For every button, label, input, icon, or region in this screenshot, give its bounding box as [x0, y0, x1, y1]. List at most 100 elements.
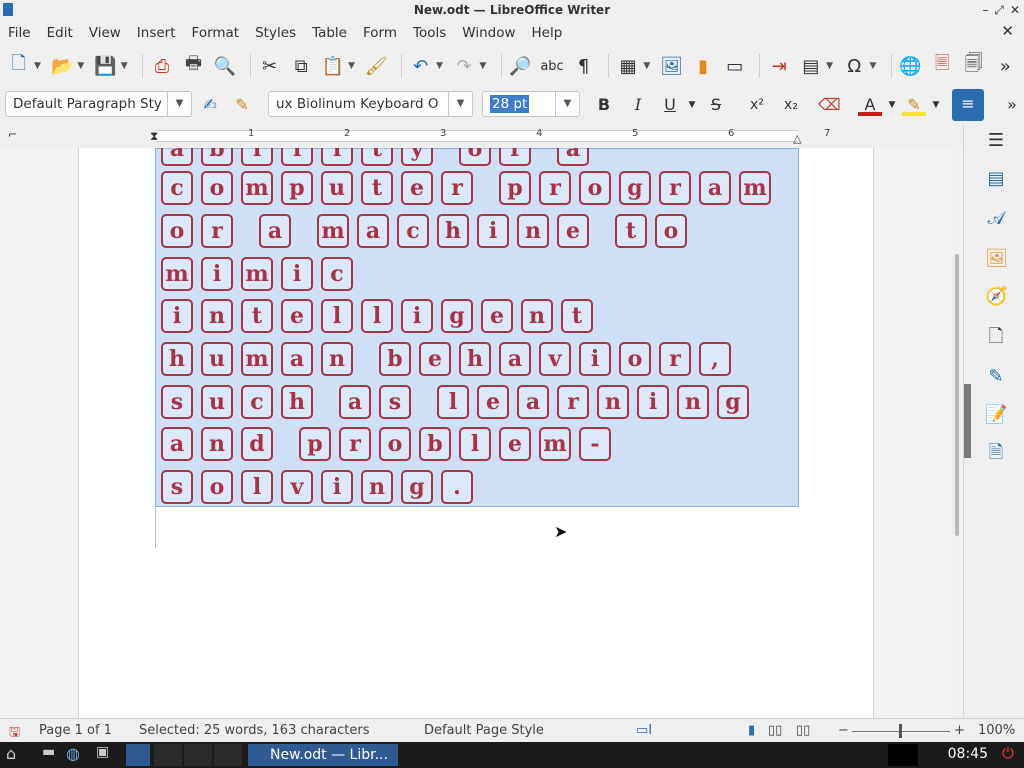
print-icon[interactable]: 🖶: [181, 53, 207, 79]
gallery-icon[interactable]: 🖼: [985, 248, 1008, 270]
styles-icon[interactable]: 𝒜: [985, 208, 1007, 230]
subscript-button[interactable]: x₂: [780, 94, 802, 116]
writer-launcher-icon[interactable]: [126, 744, 150, 766]
paste-dropdown-icon[interactable]: ▼: [346, 53, 358, 79]
menu-tools[interactable]: Tools: [405, 20, 454, 46]
formatting-marks-icon[interactable]: ¶: [571, 53, 597, 79]
underline-dropdown-icon[interactable]: ▼: [686, 94, 698, 116]
design-icon[interactable]: 🗎: [985, 442, 1007, 464]
right-indent-marker[interactable]: △: [793, 132, 801, 145]
terminal-icon[interactable]: ▣: [96, 744, 109, 766]
workspace-3[interactable]: [214, 744, 242, 766]
open-folder-icon[interactable]: 📂: [49, 53, 75, 79]
document-page[interactable]: abilityofacomputerprogramoramachinetomim…: [78, 148, 874, 718]
selection-count[interactable]: Selected: 25 words, 163 characters: [139, 723, 370, 738]
update-style-icon[interactable]: ✍: [198, 94, 222, 116]
highlight-color-icon[interactable]: ✎: [902, 94, 926, 116]
undo-icon[interactable]: ↶: [408, 53, 434, 79]
font-color-icon[interactable]: A: [858, 94, 882, 116]
menu-form[interactable]: Form: [355, 20, 405, 46]
menu-insert[interactable]: Insert: [129, 20, 184, 46]
footnote-icon[interactable]: 🗏: [929, 53, 955, 79]
insert-table-icon[interactable]: ▦: [615, 53, 641, 79]
navigator-icon[interactable]: 🧭: [985, 286, 1007, 308]
strikethrough-button[interactable]: S: [706, 94, 726, 116]
file-manager-icon[interactable]: ▬: [42, 744, 55, 766]
more-formatting-icon[interactable]: »: [1004, 94, 1020, 116]
special-char-dropdown-icon[interactable]: ▼: [867, 53, 879, 79]
export-pdf-icon[interactable]: ⎙: [149, 53, 175, 79]
print-preview-icon[interactable]: 🔍: [212, 53, 238, 79]
page-break-icon[interactable]: ⇥: [766, 53, 792, 79]
vertical-scrollbar[interactable]: [952, 148, 962, 718]
zoom-level[interactable]: 100%: [978, 723, 1015, 738]
horizontal-ruler[interactable]: ⌐ ⧗ △ 1 2 3 4 5 6 7: [0, 124, 963, 148]
properties-icon[interactable]: ▤: [985, 168, 1007, 190]
open-dropdown-icon[interactable]: ▼: [75, 53, 87, 79]
left-indent-marker[interactable]: ⧗: [150, 129, 158, 144]
menu-edit[interactable]: Edit: [39, 20, 81, 46]
zoom-out-icon[interactable]: −: [838, 723, 849, 738]
cut-icon[interactable]: ✂: [257, 53, 283, 79]
close-document-button[interactable]: ✕: [1001, 22, 1014, 40]
browser-icon[interactable]: ◍: [66, 744, 80, 766]
field-dropdown-icon[interactable]: ▼: [824, 53, 836, 79]
task-writer-window[interactable]: New.odt — Libr...: [248, 744, 398, 766]
chevron-down-icon[interactable]: ▼: [167, 92, 191, 116]
start-menu-icon[interactable]: ⌂: [6, 744, 16, 766]
zoom-in-icon[interactable]: +: [954, 723, 965, 738]
font-name-combo[interactable]: ux Biolinum Keyboard O ▼: [268, 91, 473, 117]
save-icon[interactable]: 💾: [93, 53, 119, 79]
document-area[interactable]: abilityofacomputerprogramoramachinetomim…: [0, 148, 963, 718]
paste-icon[interactable]: 📋: [320, 53, 346, 79]
find-replace-icon[interactable]: 🔎: [508, 53, 534, 79]
chevron-down-icon[interactable]: ▼: [448, 92, 472, 116]
comment-icon[interactable]: 🗐: [961, 53, 987, 79]
menu-format[interactable]: Format: [184, 20, 248, 46]
menu-file[interactable]: File: [0, 20, 39, 46]
sidebar-collapse-handle[interactable]: [964, 384, 971, 458]
close-window-button[interactable]: ✕: [1010, 3, 1020, 17]
italic-button[interactable]: I: [628, 94, 648, 116]
new-style-icon[interactable]: ✎: [230, 94, 254, 116]
style-inspector-icon[interactable]: ✎: [985, 366, 1007, 388]
minimize-button[interactable]: –: [982, 3, 988, 17]
superscript-button[interactable]: x²: [746, 94, 768, 116]
insert-textbox-icon[interactable]: ▭: [722, 53, 748, 79]
multi-page-view-icon[interactable]: ▯▯: [768, 723, 782, 738]
redo-icon[interactable]: ↷: [451, 53, 477, 79]
new-document-icon[interactable]: 🗋: [6, 53, 32, 79]
highlight-dropdown-icon[interactable]: ▼: [930, 94, 942, 116]
font-color-dropdown-icon[interactable]: ▼: [886, 94, 898, 116]
book-view-icon[interactable]: ▯▯: [796, 723, 810, 738]
redo-dropdown-icon[interactable]: ▼: [477, 53, 489, 79]
page-count[interactable]: Page 1 of 1: [39, 723, 112, 738]
underline-button[interactable]: U: [660, 94, 680, 116]
maximize-button[interactable]: ⤢: [994, 3, 1004, 18]
insert-chart-icon[interactable]: ▮: [690, 53, 716, 79]
new-dropdown-icon[interactable]: ▼: [32, 53, 44, 79]
chevron-down-icon[interactable]: ▼: [555, 92, 579, 116]
zoom-slider-thumb[interactable]: [899, 724, 902, 738]
copy-icon[interactable]: ⧉: [288, 53, 314, 79]
font-size-combo[interactable]: 28 pt ▼: [482, 91, 580, 117]
special-character-icon[interactable]: Ω: [841, 53, 867, 79]
bold-button[interactable]: B: [594, 94, 614, 116]
workspace-2[interactable]: [184, 744, 212, 766]
menu-window[interactable]: Window: [454, 20, 523, 46]
insert-field-icon[interactable]: ▤: [798, 53, 824, 79]
spelling-icon[interactable]: abc: [539, 53, 565, 79]
workspace-1[interactable]: [154, 744, 182, 766]
single-page-view-icon[interactable]: ▮: [748, 723, 755, 738]
insert-image-icon[interactable]: 🖼: [659, 53, 685, 79]
undo-dropdown-icon[interactable]: ▼: [434, 53, 446, 79]
menu-table[interactable]: Table: [304, 20, 355, 46]
table-dropdown-icon[interactable]: ▼: [641, 53, 653, 79]
selection-mode-icon[interactable]: ▭I: [636, 723, 652, 738]
menu-help[interactable]: Help: [524, 20, 571, 46]
page-icon[interactable]: 🗋: [985, 326, 1007, 348]
more-toolbar-icon[interactable]: »: [993, 53, 1019, 79]
tab-stop-icon[interactable]: ⌐: [8, 128, 17, 141]
scrollbar-thumb[interactable]: [955, 254, 959, 536]
paragraph-style-combo[interactable]: Default Paragraph Sty ▼: [5, 91, 192, 117]
